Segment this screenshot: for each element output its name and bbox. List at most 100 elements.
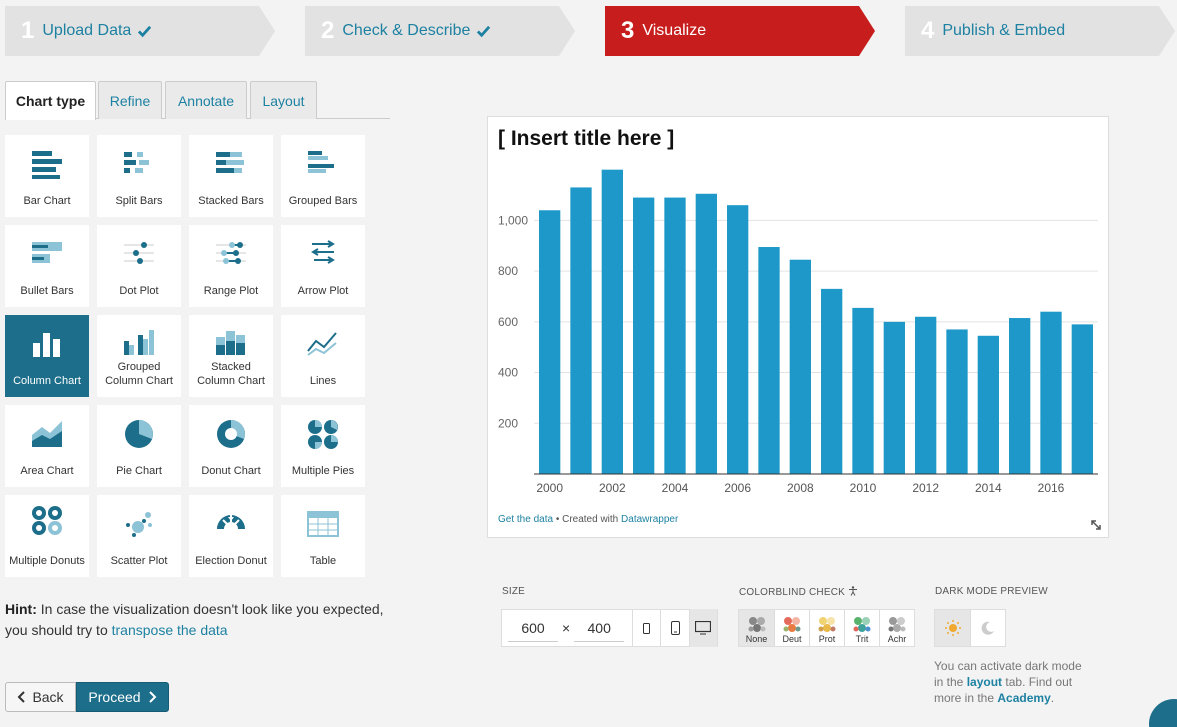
chart-footer: Get the data • Created with Datawrapper — [498, 514, 678, 525]
column-chart: 200 400 600 800 1,000 2000 2002 2004 2006 2008 201… — [498, 169, 1098, 495]
tab-refine[interactable]: Refine — [98, 81, 162, 119]
dot-plot-icon — [124, 242, 154, 264]
tab-chart-type[interactable]: Chart type — [5, 81, 96, 120]
colorblind-prot-button[interactable]: Prot — [809, 610, 844, 646]
colorblind-option-label: Prot — [818, 634, 836, 644]
color-dots-deut-icon — [783, 617, 801, 632]
chart-type-multiple-donuts[interactable]: Multiple Donuts — [5, 495, 89, 577]
step-visualize[interactable]: 3 Visualize — [605, 6, 875, 56]
x-tick-label: 2014 — [975, 481, 1002, 495]
size-controls: × — [501, 609, 718, 647]
chart-preview: [ Insert title here ] 200 400 600 800 1,000 2… — [487, 116, 1109, 538]
chart-type-label: Multiple Donuts — [9, 555, 85, 567]
chart-type-label: Arrow Plot — [297, 285, 349, 297]
chart-type-grouped-bars[interactable]: Grouped Bars — [281, 135, 365, 217]
chart-type-stacked-bars[interactable]: Stacked Bars — [189, 135, 273, 217]
device-desktop-button[interactable] — [688, 609, 717, 647]
chart-type-arrow-plot[interactable]: Arrow Plot — [281, 225, 365, 307]
step-check-describe[interactable]: 2 Check & Describe — [305, 6, 575, 56]
chart-type-label: Election Donut — [195, 555, 267, 567]
chart-type-grouped-column-chart[interactable]: Grouped Column Chart — [97, 315, 181, 397]
hint-text: Hint: In case the visualization doesn't … — [5, 599, 390, 641]
bar — [727, 205, 749, 474]
chart-type-donut-chart[interactable]: Donut Chart — [189, 405, 273, 487]
y-tick-label: 800 — [498, 264, 518, 278]
stacked-column-chart-icon — [216, 331, 245, 355]
y-tick-label: 200 — [498, 416, 518, 430]
chart-type-bullet-bars[interactable]: Bullet Bars — [5, 225, 89, 307]
bar — [695, 193, 717, 474]
colorblind-option-label: Deut — [782, 634, 802, 644]
proceed-button[interactable]: Proceed — [76, 682, 169, 712]
chart-type-bar-chart[interactable]: Bar Chart — [5, 135, 89, 217]
chart-type-range-plot[interactable]: Range Plot — [189, 225, 273, 307]
device-small-button[interactable] — [632, 609, 660, 647]
bullet-bars-icon — [32, 242, 62, 263]
bar — [821, 288, 843, 474]
chart-type-label: Bar Chart — [23, 195, 71, 207]
chart-type-label: Dot Plot — [119, 285, 159, 297]
help-bubble[interactable] — [1149, 699, 1177, 727]
chart-type-label: Pie Chart — [116, 465, 162, 477]
light-mode-button[interactable] — [935, 610, 970, 646]
y-tick-label: 400 — [498, 366, 518, 380]
column-chart-icon — [33, 333, 60, 357]
x-tick-label: 2006 — [724, 481, 751, 495]
colorblind-achr-button[interactable]: Achr — [879, 610, 914, 646]
transpose-data-link[interactable]: transpose the data — [112, 622, 228, 638]
layout-tab-link[interactable]: layout — [967, 675, 1002, 689]
bar — [977, 335, 999, 474]
chart-type-lines[interactable]: Lines — [281, 315, 365, 397]
multiple-donuts-icon — [32, 506, 62, 535]
tab-layout[interactable]: Layout — [250, 81, 317, 119]
chart-type-pie-chart[interactable]: Pie Chart — [97, 405, 181, 487]
moon-icon — [981, 621, 994, 635]
chart-type-split-bars[interactable]: Split Bars — [97, 135, 181, 217]
chart-type-scatter-plot[interactable]: Scatter Plot — [97, 495, 181, 577]
back-button-label: Back — [32, 689, 64, 705]
x-tick-label: 2010 — [850, 481, 877, 495]
color-dots-achr-icon — [888, 617, 906, 632]
desktop-icon — [695, 621, 712, 635]
device-medium-button[interactable] — [660, 609, 688, 647]
chart-type-area-chart[interactable]: Area Chart — [5, 405, 89, 487]
resize-handle-icon[interactable] — [1090, 519, 1102, 531]
colorblind-options: None Deut Prot Trit Achr — [738, 609, 915, 647]
colorblind-none-button[interactable]: None — [739, 610, 774, 646]
color-dots-trit-icon — [853, 617, 871, 632]
width-input[interactable] — [508, 614, 558, 642]
get-the-data-link[interactable]: Get the data — [498, 514, 553, 525]
dark-mode-button[interactable] — [970, 610, 1005, 646]
stacked-bars-icon — [216, 152, 244, 173]
chart-type-table[interactable]: Table — [281, 495, 365, 577]
x-tick-label: 2002 — [599, 481, 626, 495]
x-tick-label: 2004 — [662, 481, 689, 495]
colorblind-option-label: Trit — [855, 634, 869, 644]
colorblind-trit-button[interactable]: Trit — [844, 610, 879, 646]
chart-type-label: Grouped Column Chart — [105, 361, 173, 387]
chart-type-multiple-pies[interactable]: Multiple Pies — [281, 405, 365, 487]
height-input[interactable] — [574, 614, 625, 642]
x-tick-label: 2016 — [1038, 481, 1065, 495]
phone-small-icon — [643, 622, 651, 634]
tab-annotate[interactable]: Annotate — [165, 81, 247, 119]
step-upload-data[interactable]: 1 Upload Data — [5, 6, 275, 56]
scatter-plot-icon — [126, 512, 152, 537]
chart-type-label: Table — [309, 555, 337, 567]
dark-mode-note-text: . — [1050, 691, 1055, 705]
back-button[interactable]: Back — [5, 682, 76, 712]
checkmark-icon — [476, 24, 491, 39]
datawrapper-link[interactable]: Datawrapper — [621, 514, 678, 525]
colorblind-option-label: None — [745, 634, 768, 644]
step-publish-embed[interactable]: 4 Publish & Embed — [905, 6, 1175, 56]
chart-type-election-donut[interactable]: Election Donut — [189, 495, 273, 577]
multiple-pies-icon — [308, 420, 338, 449]
academy-link[interactable]: Academy — [997, 691, 1050, 705]
chart-type-column-chart[interactable]: Column Chart — [5, 315, 89, 397]
colorblind-deut-button[interactable]: Deut — [774, 610, 809, 646]
chevron-left-icon — [18, 691, 26, 703]
bar — [789, 259, 811, 474]
chart-type-stacked-column-chart[interactable]: Stacked Column Chart — [189, 315, 273, 397]
y-tick-label: 600 — [498, 315, 518, 329]
chart-type-dot-plot[interactable]: Dot Plot — [97, 225, 181, 307]
